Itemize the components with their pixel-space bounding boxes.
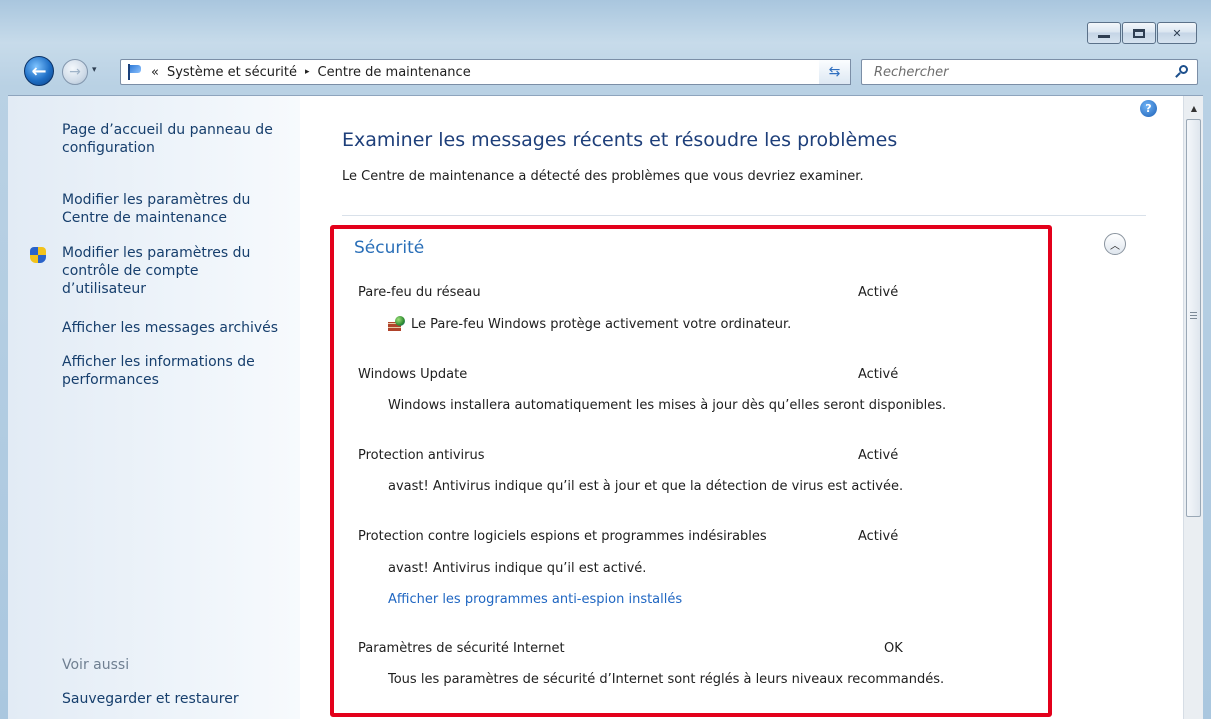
- windows-update-detail: Windows installera automatiquement les m…: [388, 398, 947, 413]
- windows-update-label: Windows Update: [358, 367, 468, 382]
- refresh-button[interactable]: ⇆: [819, 59, 851, 85]
- caption-buttons: ✕: [1087, 22, 1197, 44]
- security-section: Sécurité Pare-feu du réseau Activé Le Pa…: [330, 225, 1052, 717]
- breadcrumb-overflow[interactable]: «: [151, 65, 159, 80]
- search-icon[interactable]: [1175, 65, 1189, 79]
- antivirus-detail: avast! Antivirus indique qu’il est à jou…: [388, 479, 904, 494]
- maximize-icon: [1133, 28, 1145, 38]
- breadcrumb-separator-icon[interactable]: ▸: [305, 67, 310, 77]
- firewall-detail: Le Pare-feu Windows protège activement v…: [388, 316, 791, 332]
- antivirus-status: Activé: [858, 448, 899, 463]
- window-frame: ✕ ← → ▾ « Système et sécurité ▸ Centre d…: [0, 0, 1211, 719]
- sidebar-link-control-panel-home[interactable]: Page d’accueil du panneau de configurati…: [62, 121, 273, 157]
- scroll-up-icon[interactable]: ▲: [1184, 100, 1203, 116]
- divider: [342, 215, 1146, 216]
- internet-security-label: Paramètres de sécurité Internet: [358, 641, 565, 656]
- grip-icon: [1190, 312, 1197, 319]
- chevron-down-icon: ▾: [92, 65, 97, 75]
- forward-button[interactable]: →: [62, 59, 88, 85]
- firewall-label: Pare-feu du réseau: [358, 285, 481, 300]
- sidebar-link-change-action-center-settings[interactable]: Modifier les paramètres du Centre de mai…: [62, 191, 250, 227]
- content-area: Page d’accueil du panneau de configurati…: [8, 95, 1203, 719]
- security-collapse-button[interactable]: ︿: [1104, 233, 1126, 255]
- vertical-scrollbar[interactable]: ▲: [1183, 96, 1203, 719]
- security-heading[interactable]: Sécurité: [354, 238, 424, 258]
- antispyware-detail: avast! Antivirus indique qu’il est activ…: [388, 561, 647, 576]
- search-box[interactable]: [861, 59, 1198, 85]
- page-title: Examiner les messages récents et résoudr…: [342, 129, 898, 151]
- minimize-button[interactable]: [1087, 22, 1121, 44]
- breadcrumb-item-action-center[interactable]: Centre de maintenance: [318, 65, 471, 80]
- sidebar-link-performance-info[interactable]: Afficher les informations de performance…: [62, 353, 255, 389]
- sidebar-link-archived-messages[interactable]: Afficher les messages archivés: [62, 319, 278, 337]
- close-button[interactable]: ✕: [1157, 22, 1197, 44]
- back-arrow-icon: ←: [31, 60, 47, 82]
- maximize-button[interactable]: [1122, 22, 1156, 44]
- recent-pages-button[interactable]: ▾: [92, 65, 97, 75]
- help-icon[interactable]: ?: [1140, 100, 1157, 117]
- see-also-heading: Voir aussi: [62, 657, 130, 673]
- windows-update-status: Activé: [858, 367, 899, 382]
- breadcrumb: « Système et sécurité ▸ Centre de mainte…: [151, 65, 471, 80]
- refresh-icon: ⇆: [828, 64, 841, 80]
- forward-arrow-icon: →: [69, 64, 81, 80]
- breadcrumb-item-system-security[interactable]: Système et sécurité: [167, 65, 297, 80]
- scrollbar-thumb[interactable]: [1186, 119, 1201, 517]
- view-antispyware-programs-link[interactable]: Afficher les programmes anti-espion inst…: [388, 592, 682, 607]
- firewall-status: Activé: [858, 285, 899, 300]
- firewall-icon: [388, 316, 405, 331]
- shield-icon: [28, 245, 48, 265]
- sidebar-link-change-uac-settings[interactable]: Modifier les paramètres du contrôle de c…: [62, 244, 250, 298]
- internet-security-status: OK: [884, 641, 903, 656]
- main-panel: Examiner les messages récents et résoudr…: [300, 96, 1183, 719]
- antispyware-label: Protection contre logiciels espions et p…: [358, 529, 767, 544]
- antivirus-label: Protection antivirus: [358, 448, 485, 463]
- internet-security-detail: Tous les paramètres de sécurité d’Intern…: [388, 672, 945, 687]
- antispyware-status: Activé: [858, 529, 899, 544]
- chevron-up-icon: ︿: [1110, 240, 1120, 252]
- back-button[interactable]: ←: [24, 56, 54, 86]
- minimize-icon: [1098, 34, 1110, 38]
- search-input[interactable]: [874, 64, 1164, 80]
- action-center-flag-icon: [125, 63, 143, 81]
- close-icon: ✕: [1172, 26, 1182, 40]
- sidebar: Page d’accueil du panneau de configurati…: [8, 96, 300, 719]
- page-description: Le Centre de maintenance a détecté des p…: [342, 169, 864, 184]
- navigation-bar: ← → ▾ « Système et sécurité ▸ Centre de …: [0, 55, 1211, 87]
- sidebar-link-backup-restore[interactable]: Sauvegarder et restaurer: [62, 690, 239, 708]
- address-bar[interactable]: « Système et sécurité ▸ Centre de mainte…: [120, 59, 851, 85]
